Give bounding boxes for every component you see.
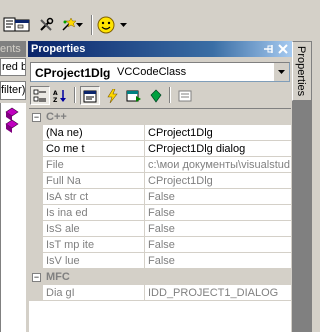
overrides-icon[interactable] bbox=[146, 86, 166, 105]
property-name: (Na ne) bbox=[44, 125, 145, 141]
property-value[interactable]: False bbox=[146, 237, 291, 253]
chevron-down-icon[interactable] bbox=[273, 63, 289, 81]
object-name: CProject1Dlg bbox=[35, 66, 111, 80]
properties-page-button[interactable] bbox=[80, 86, 100, 105]
property-row[interactable]: (Na ne) CProject1Dlg bbox=[29, 125, 291, 141]
property-row[interactable]: IsV lue False bbox=[29, 253, 291, 269]
property-row[interactable]: IsA str ct False bbox=[29, 189, 291, 205]
property-row[interactable]: File c:\мои документы\visualstud bbox=[29, 157, 291, 173]
property-row[interactable]: Dia gI IDD_PROJECT1_DIALOG bbox=[29, 285, 291, 301]
property-value[interactable]: c:\мои документы\visualstud bbox=[146, 157, 291, 173]
tab-properties[interactable]: Properties bbox=[292, 41, 312, 101]
property-name: Is ina ed bbox=[44, 205, 145, 221]
toolbar-separator bbox=[169, 87, 171, 103]
row-gutter bbox=[29, 157, 43, 173]
property-name: Dia gI bbox=[44, 285, 145, 301]
property-name: Full Na bbox=[44, 173, 145, 189]
property-value[interactable]: CProject1Dlg bbox=[146, 125, 291, 141]
object-type: VCCodeClass bbox=[117, 66, 187, 78]
dock-strip bbox=[292, 101, 312, 332]
row-gutter bbox=[29, 125, 43, 141]
property-value[interactable]: CProject1Dlg dialog bbox=[146, 141, 291, 157]
property-grid[interactable]: − C++ (Na ne) CProject1Dlg Co me t CProject1D… bbox=[29, 108, 291, 332]
dialog-icon[interactable] bbox=[12, 14, 32, 36]
alphabetic-button[interactable]: AZ bbox=[51, 86, 71, 105]
collapse-icon[interactable]: − bbox=[32, 113, 41, 122]
property-row[interactable]: Full Na CProject1Dlg bbox=[29, 173, 291, 189]
toolbar-separator bbox=[91, 15, 93, 35]
property-row[interactable]: IsS ale False bbox=[29, 221, 291, 237]
class-view-panel: ents red b filter) bbox=[0, 41, 26, 332]
svg-text:A: A bbox=[53, 90, 58, 97]
property-name: IsV lue bbox=[44, 253, 145, 269]
tab-properties-label: Properties bbox=[295, 46, 307, 97]
pin-icon[interactable] bbox=[262, 43, 274, 55]
property-value[interactable]: False bbox=[146, 253, 291, 269]
property-row[interactable]: IsT mp ite False bbox=[29, 237, 291, 253]
class-view-filter[interactable]: filter) bbox=[0, 81, 26, 100]
row-gutter bbox=[29, 237, 43, 253]
category-row[interactable]: − MFC bbox=[29, 269, 291, 285]
property-value[interactable]: IDD_PROJECT1_DIALOG bbox=[146, 285, 291, 301]
property-name: Co me t bbox=[44, 141, 145, 157]
smiley-icon[interactable] bbox=[96, 14, 116, 36]
main-toolbar bbox=[0, 0, 312, 40]
property-value[interactable]: False bbox=[146, 205, 291, 221]
properties-title: Properties bbox=[28, 41, 292, 57]
property-row[interactable]: Is ina ed False bbox=[29, 205, 291, 221]
property-name: IsS ale bbox=[44, 221, 145, 237]
category-row[interactable]: − C++ bbox=[29, 109, 291, 125]
row-gutter bbox=[29, 221, 43, 237]
row-gutter bbox=[29, 253, 43, 269]
row-gutter bbox=[29, 173, 43, 189]
dropdown-arrow-icon[interactable] bbox=[118, 14, 130, 36]
class-view-caption: ents bbox=[0, 41, 26, 57]
events-icon[interactable] bbox=[102, 86, 122, 105]
property-name: File bbox=[44, 157, 145, 173]
property-value[interactable]: False bbox=[146, 221, 291, 237]
dropdown-arrow-icon[interactable] bbox=[74, 14, 86, 36]
property-value[interactable]: CProject1Dlg bbox=[146, 173, 291, 189]
property-row[interactable]: Co me t CProject1Dlg dialog bbox=[29, 141, 291, 157]
properties-window: Properties CProject1Dlg VCCodeClass AZ −… bbox=[28, 41, 292, 332]
property-pages-icon[interactable] bbox=[175, 86, 195, 105]
object-selector[interactable]: CProject1Dlg VCCodeClass bbox=[30, 62, 290, 82]
svg-text:Z: Z bbox=[53, 97, 58, 103]
row-gutter bbox=[29, 141, 43, 157]
property-name: IsT mp ite bbox=[44, 237, 145, 253]
row-gutter bbox=[29, 189, 43, 205]
row-gutter bbox=[29, 285, 43, 301]
class-view-tree[interactable] bbox=[0, 103, 26, 332]
class-node-icon[interactable] bbox=[3, 107, 23, 133]
row-gutter bbox=[29, 205, 43, 221]
category-name: C++ bbox=[46, 111, 67, 123]
category-name: MFC bbox=[46, 271, 70, 283]
property-value[interactable]: False bbox=[146, 189, 291, 205]
toolbar-separator bbox=[74, 87, 76, 103]
close-icon[interactable] bbox=[277, 43, 289, 55]
property-name: IsA str ct bbox=[44, 189, 145, 205]
class-view-tab[interactable]: red b bbox=[0, 58, 26, 76]
tools-icon[interactable] bbox=[36, 14, 56, 36]
categorized-button[interactable] bbox=[30, 86, 50, 105]
collapse-icon[interactable]: − bbox=[32, 273, 41, 282]
messages-icon[interactable] bbox=[124, 86, 144, 105]
